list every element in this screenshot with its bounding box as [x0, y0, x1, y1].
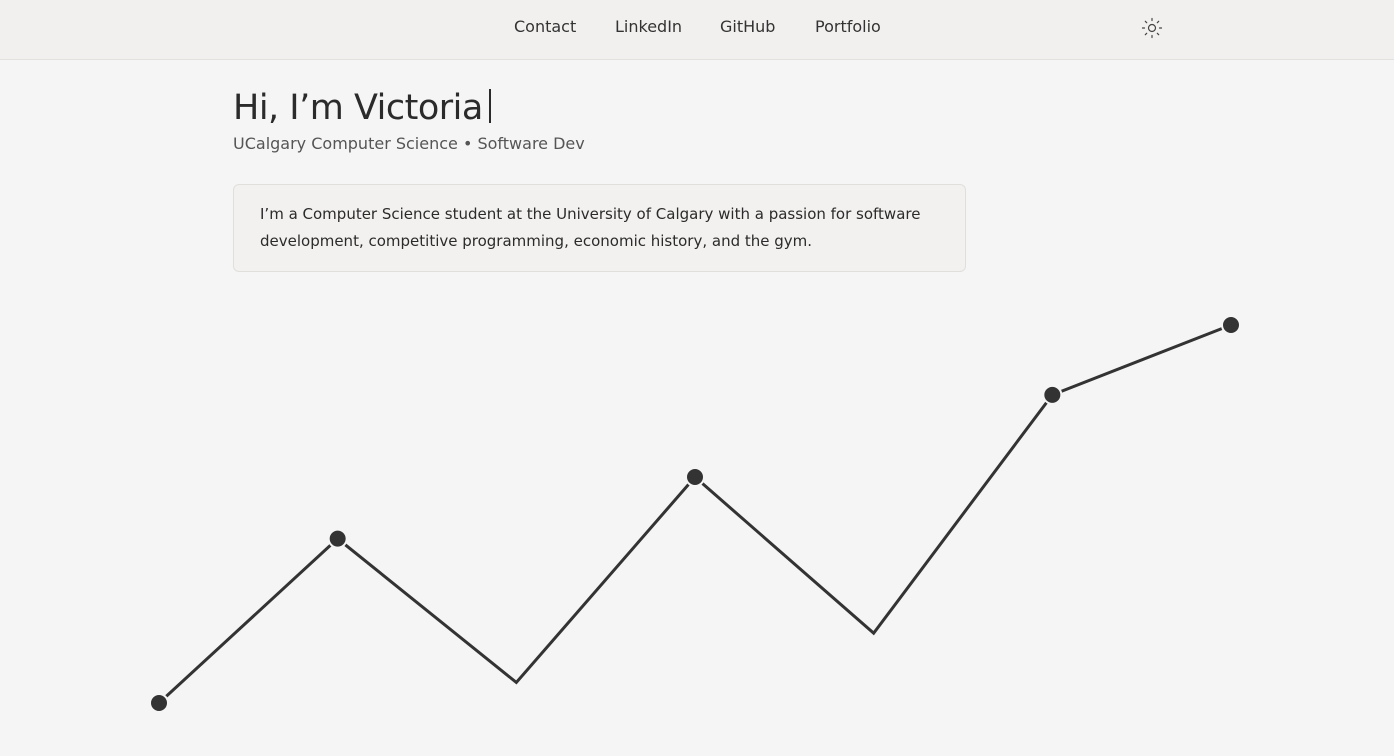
chart-series-line [157, 323, 1232, 705]
hero-section: Hi, I’m Victoria UCalgary Computer Scien… [233, 84, 585, 153]
hero-title-heading: Hi, I’m Victoria [233, 84, 585, 132]
decorative-line-chart [149, 315, 1241, 713]
nav-links: Contact LinkedIn GitHub Portfolio [0, 0, 1394, 59]
nav-link-contact[interactable]: Contact [514, 17, 576, 36]
chart-point [1042, 384, 1063, 405]
nav-link-linkedin[interactable]: LinkedIn [615, 17, 682, 36]
theme-toggle-button[interactable] [1140, 16, 1164, 40]
hero-title: Hi, I’m Victoria [233, 88, 483, 128]
chart-point [327, 528, 348, 549]
about-card: I’m a Computer Science student at the Un… [233, 184, 966, 272]
chart-point [149, 693, 169, 713]
nav-link-portfolio[interactable]: Portfolio [815, 17, 881, 36]
about-text: I’m a Computer Science student at the Un… [260, 205, 921, 250]
chart-point [685, 467, 705, 488]
chart-point [1221, 315, 1241, 335]
typing-cursor [488, 89, 491, 123]
sun-icon [1141, 17, 1163, 39]
hero-subtitle: UCalgary Computer Science • Software Dev [233, 134, 585, 153]
top-navigation-bar: Contact LinkedIn GitHub Portfolio [0, 0, 1394, 60]
nav-link-github[interactable]: GitHub [720, 17, 775, 36]
